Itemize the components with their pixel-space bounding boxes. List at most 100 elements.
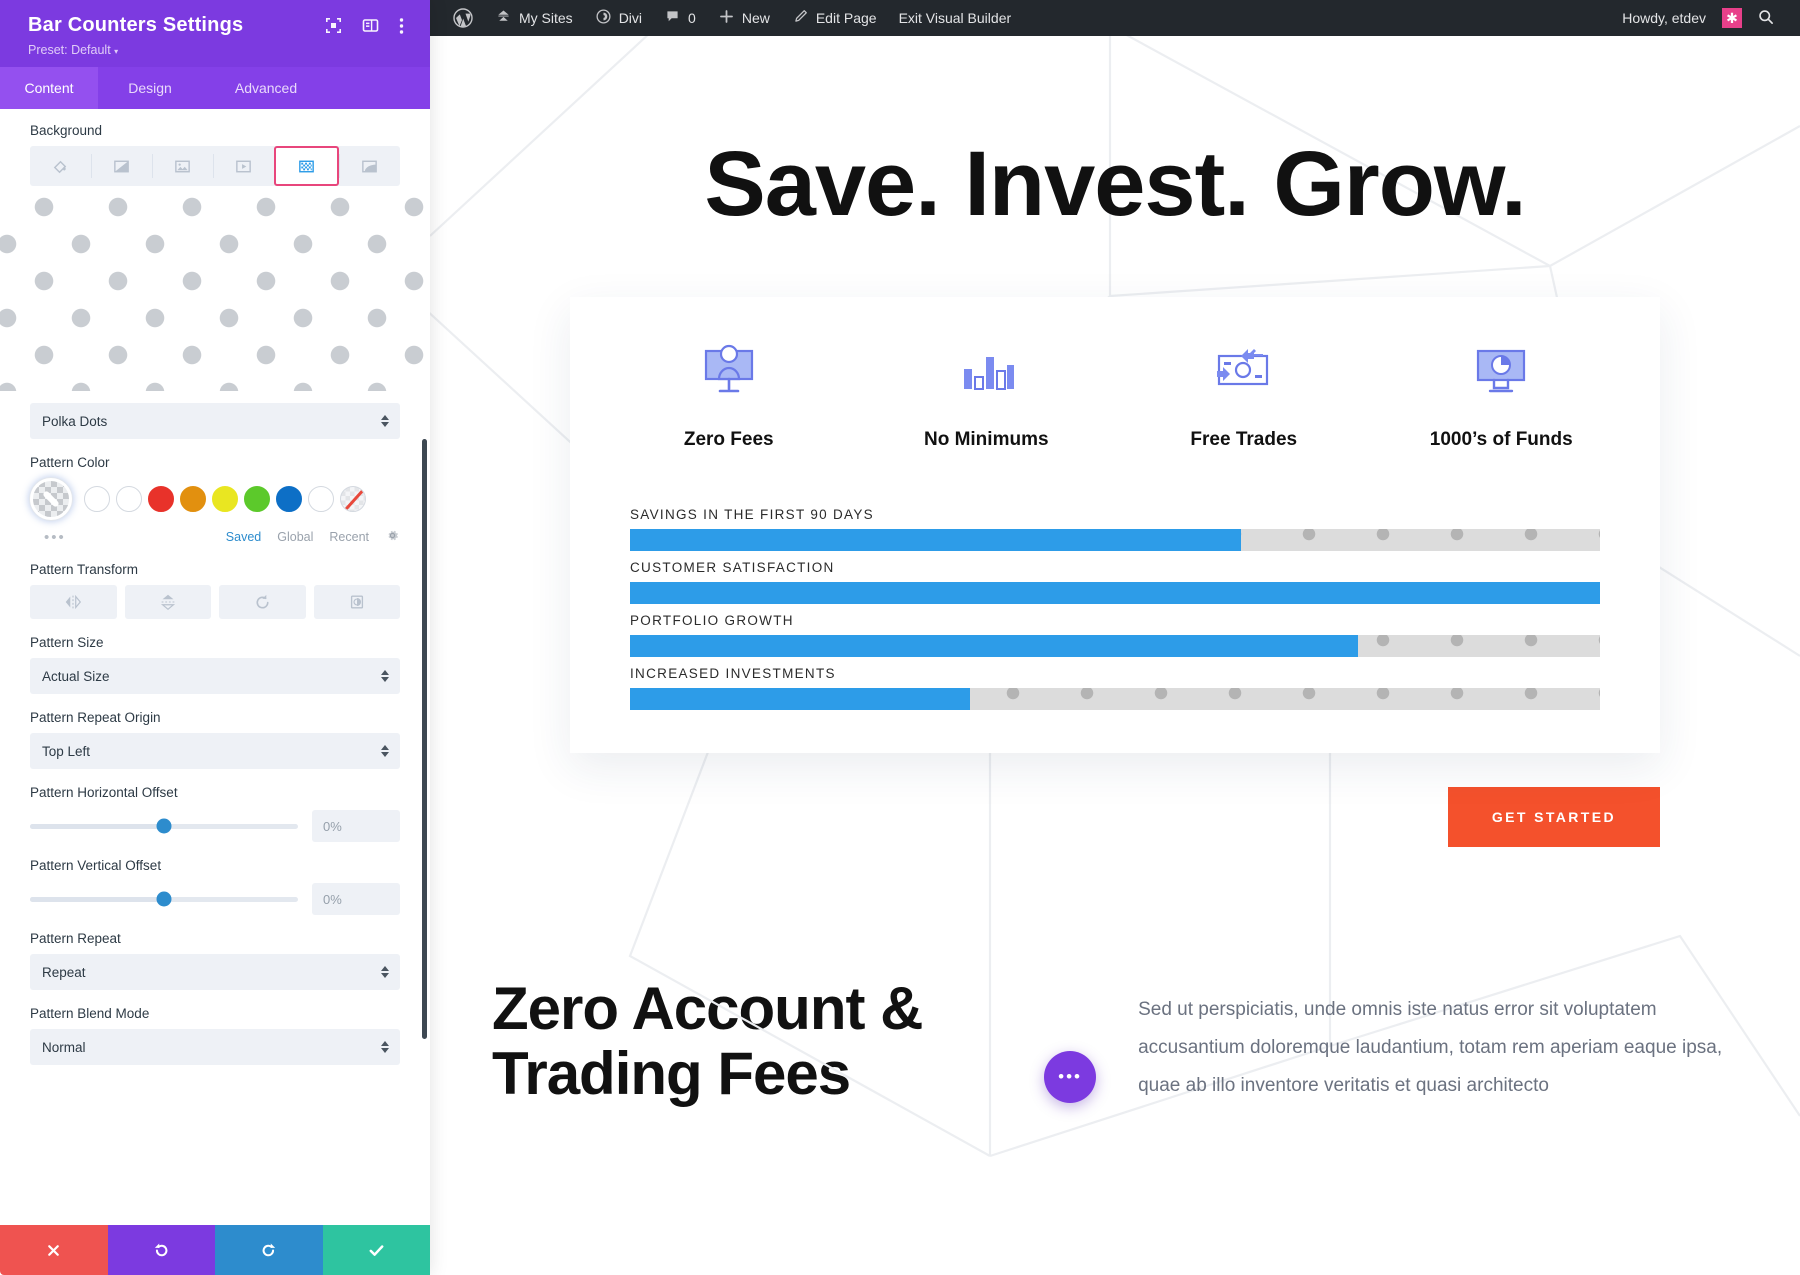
- feature-zero-fees: Zero Fees: [600, 341, 858, 451]
- bar-counter-track: [630, 688, 1600, 710]
- focus-target-icon[interactable]: [325, 17, 342, 34]
- exit-visual-builder-button[interactable]: Exit Visual Builder: [888, 0, 1023, 36]
- pattern-blend-mode-value: Normal: [42, 1039, 86, 1055]
- background-video-button[interactable]: [213, 146, 274, 186]
- bar-counters-settings-panel: Bar Counters Settings Preset: Default ▾ …: [0, 0, 430, 1275]
- undo-button[interactable]: [107, 1225, 215, 1275]
- swatch-blue[interactable]: [276, 486, 302, 512]
- rotate-icon[interactable]: [219, 585, 306, 619]
- bar-counter-fill: [630, 529, 1242, 551]
- pattern-horizontal-offset-label: Pattern Horizontal Offset: [30, 785, 178, 800]
- cancel-button[interactable]: [0, 1225, 108, 1275]
- color-tab-global[interactable]: Global: [277, 530, 313, 544]
- background-section-label: Background: [30, 123, 103, 138]
- feature-row: Zero Fees No Minimums Free Trades 1000’s…: [600, 341, 1630, 451]
- color-more-dots[interactable]: •••: [30, 529, 66, 546]
- tab-content[interactable]: Content: [0, 67, 98, 109]
- pattern-style-select[interactable]: Polka Dots: [30, 403, 400, 439]
- bar-counters-module-card: Zero Fees No Minimums Free Trades 1000’s…: [570, 297, 1660, 753]
- settings-panel-body: Background Polka Dots Pattern Color ••• …: [0, 109, 430, 1225]
- pattern-transform-label: Pattern Transform: [30, 562, 139, 577]
- account-menu[interactable]: Howdy, etdev ✱: [1611, 0, 1746, 36]
- swatch-orange[interactable]: [180, 486, 206, 512]
- bottom-section: Zero Account & Trading Fees ••• Sed ut p…: [430, 976, 1800, 1107]
- feature-free-trades: Free Trades: [1115, 341, 1373, 451]
- avatar: ✱: [1722, 8, 1742, 28]
- swatch-yellow[interactable]: [212, 486, 238, 512]
- flip-vertical-icon[interactable]: [124, 585, 211, 619]
- swatch-white-3[interactable]: [308, 486, 334, 512]
- bar-counter-item: INCREASED INVESTMENTS: [630, 666, 1600, 710]
- pattern-vertical-offset-slider[interactable]: [30, 891, 298, 907]
- color-picker-swatch[interactable]: [30, 478, 72, 520]
- background-mask-button[interactable]: [339, 146, 400, 186]
- pattern-size-select[interactable]: Actual Size: [30, 658, 400, 694]
- edit-page-button[interactable]: Edit Page: [781, 0, 888, 36]
- pencil-icon: [792, 8, 809, 28]
- comment-count: 0: [688, 10, 696, 26]
- floating-options-button[interactable]: •••: [1044, 1051, 1097, 1103]
- swatch-red[interactable]: [148, 486, 174, 512]
- divi-label: Divi: [618, 10, 643, 26]
- pattern-repeat-origin-select[interactable]: Top Left: [30, 733, 400, 769]
- divi-menu[interactable]: Divi: [584, 0, 653, 36]
- chevron-down-icon: ▾: [114, 47, 119, 56]
- color-tab-saved[interactable]: Saved: [226, 530, 261, 544]
- pattern-horizontal-offset-slider[interactable]: [30, 818, 298, 834]
- color-tab-recent[interactable]: Recent: [329, 530, 369, 544]
- pattern-horizontal-offset-input[interactable]: 0%: [312, 810, 400, 842]
- swatch-white-1[interactable]: [84, 486, 110, 512]
- pattern-vertical-offset-input[interactable]: 0%: [312, 883, 400, 915]
- settings-panel-actions: [0, 1225, 430, 1275]
- admin-search-button[interactable]: [1746, 0, 1786, 36]
- select-arrows-icon: [381, 670, 389, 682]
- monitor-pie-chart-icon: [1373, 341, 1631, 403]
- flip-horizontal-icon[interactable]: [30, 585, 117, 619]
- tab-advanced[interactable]: Advanced: [202, 67, 330, 109]
- swatch-green[interactable]: [244, 486, 270, 512]
- slider-fill: [30, 823, 164, 829]
- money-transfer-icon: [1115, 341, 1373, 403]
- bar-counter-track: [630, 635, 1600, 657]
- pattern-blend-mode-select[interactable]: Normal: [30, 1029, 400, 1065]
- slider-knob[interactable]: [156, 891, 172, 907]
- bar-counter-label: INCREASED INVESTMENTS: [630, 666, 836, 681]
- preset-selector[interactable]: Preset: Default ▾: [28, 43, 408, 57]
- feature-label: No Minimums: [923, 429, 1049, 450]
- pattern-vertical-offset-label: Pattern Vertical Offset: [30, 858, 162, 873]
- bar-counter-fill: [630, 688, 970, 710]
- settings-tabs: Content Design Advanced: [0, 67, 430, 109]
- settings-panel-scrollbar[interactable]: [422, 439, 427, 1039]
- bar-counter-item: PORTFOLIO GROWTH: [630, 613, 1600, 657]
- bar-counter-label: PORTFOLIO GROWTH: [630, 613, 794, 628]
- invert-icon[interactable]: [313, 585, 400, 619]
- get-started-button[interactable]: GET STARTED: [1447, 787, 1660, 847]
- sites-icon: [495, 8, 512, 28]
- new-content-menu[interactable]: New: [707, 0, 781, 36]
- background-color-button[interactable]: [30, 146, 91, 186]
- more-vertical-icon[interactable]: [399, 17, 404, 35]
- swatch-white-2[interactable]: [116, 486, 142, 512]
- gear-icon[interactable]: [385, 528, 400, 546]
- feature-label: Free Trades: [1190, 429, 1298, 450]
- monitor-person-icon: [600, 341, 858, 403]
- feature-label: 1000’s of Funds: [1429, 429, 1573, 450]
- background-image-button[interactable]: [152, 146, 213, 186]
- new-label: New: [741, 10, 770, 26]
- bar-counter-item: CUSTOMER SATISFACTION: [630, 560, 1600, 604]
- slider-knob[interactable]: [156, 818, 172, 834]
- pattern-repeat-select[interactable]: Repeat: [30, 954, 400, 990]
- tab-design[interactable]: Design: [98, 67, 202, 109]
- comments-menu[interactable]: 0: [653, 0, 707, 36]
- bar-counters-chart: SAVINGS IN THE FIRST 90 DAYS CUSTOMER SA…: [600, 507, 1630, 710]
- background-gradient-button[interactable]: [91, 146, 152, 186]
- panel-layout-icon[interactable]: [362, 17, 379, 34]
- redo-button[interactable]: [215, 1225, 323, 1275]
- my-sites-menu[interactable]: My Sites: [484, 0, 584, 36]
- wordpress-logo-button[interactable]: [442, 0, 484, 36]
- background-pattern-button[interactable]: [274, 146, 339, 186]
- save-button[interactable]: [322, 1225, 430, 1275]
- swatch-none[interactable]: [340, 486, 366, 512]
- bottom-left-column: Zero Account & Trading Fees: [492, 976, 1090, 1107]
- pattern-size-label: Pattern Size: [30, 635, 104, 650]
